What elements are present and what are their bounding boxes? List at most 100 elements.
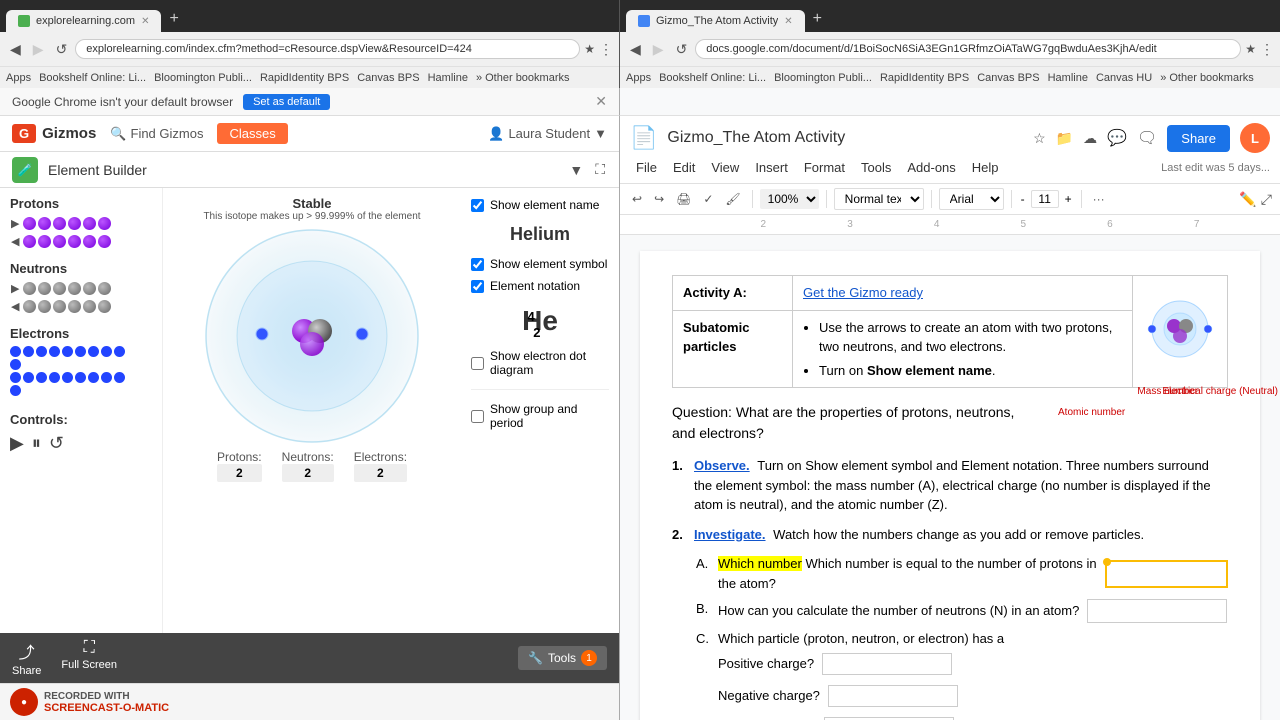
share-btn[interactable]: ⤴ Share: [12, 639, 41, 677]
back-btn-left[interactable]: ◀: [6, 39, 25, 60]
canvas-bps-bookmark[interactable]: Canvas BPS: [357, 72, 419, 84]
fullscreen-btn[interactable]: ⛶: [593, 159, 607, 180]
menu-btn-right[interactable]: ⋮: [1260, 41, 1274, 58]
toolbar-print[interactable]: 🖨: [672, 189, 695, 209]
menu-format[interactable]: Format: [798, 158, 851, 177]
classes-btn[interactable]: Classes: [217, 123, 287, 144]
canvas-bps-r[interactable]: Canvas BPS: [977, 72, 1039, 84]
hamline-bookmark[interactable]: Hamline: [428, 72, 468, 84]
tools-btn[interactable]: 🔧 Tools 1: [518, 646, 607, 670]
left-tab-close[interactable]: ✕: [141, 16, 149, 27]
show-element-symbol-checkbox[interactable]: [471, 258, 484, 271]
canvas-hu-r[interactable]: Canvas HU: [1096, 72, 1152, 84]
address-bar-left[interactable]: explorelearning.com/index.cfm?method=cRe…: [75, 39, 580, 59]
zoom-dropdown[interactable]: 100%: [760, 189, 819, 209]
toolbar-spellcheck[interactable]: ✓: [699, 189, 717, 209]
q2c-pos-answer[interactable]: [822, 653, 952, 675]
toolbar-edit-pencil[interactable]: ✏️: [1239, 191, 1256, 208]
show-element-symbol-cb[interactable]: Show element symbol: [471, 257, 609, 271]
menu-addons[interactable]: Add-ons: [901, 158, 961, 177]
q2b-answer-box[interactable]: [1087, 599, 1227, 623]
toolbar-paint[interactable]: 🖌: [721, 189, 744, 209]
show-element-name-checkbox[interactable]: [471, 199, 484, 212]
reset-btn[interactable]: ↺: [49, 433, 64, 454]
star-btn-left[interactable]: ★: [584, 42, 595, 56]
stable-sublabel: This isotope makes up > 99.999% of the e…: [203, 211, 420, 222]
q2c-neg-answer[interactable]: [828, 685, 958, 707]
other-bookmarks-right[interactable]: » Other bookmarks: [1160, 72, 1254, 84]
right-browser-tab[interactable]: Gizmo_The Atom Activity ✕: [626, 10, 805, 32]
element-notation-cb[interactable]: Element notation: [471, 279, 609, 293]
proton-dot: [98, 235, 111, 248]
menu-edit[interactable]: Edit: [667, 158, 701, 177]
show-group-period-checkbox[interactable]: [471, 410, 484, 423]
set-default-btn[interactable]: Set as default: [243, 94, 330, 110]
bookshelf-bookmark[interactable]: Bookshelf Online: Li...: [39, 72, 146, 84]
chat-btn[interactable]: 🗨: [1137, 128, 1157, 148]
bookshelf-bookmark-r[interactable]: Bookshelf Online: Li...: [659, 72, 766, 84]
q2a-answer-box[interactable]: [1105, 560, 1228, 588]
menu-btn-left[interactable]: ⋮: [599, 41, 613, 58]
student-profile-btn[interactable]: 👤 Laura Student ▼: [488, 126, 607, 142]
protons-group: Protons ▶: [10, 196, 152, 249]
toolbar-redo[interactable]: ↪: [650, 189, 668, 209]
hamline-r[interactable]: Hamline: [1048, 72, 1088, 84]
electron-dot: [23, 372, 34, 383]
new-tab-btn-right[interactable]: +: [805, 6, 830, 32]
menu-view[interactable]: View: [705, 158, 745, 177]
drive-btn[interactable]: 📁: [1056, 130, 1073, 147]
other-bookmarks-left[interactable]: » Other bookmarks: [476, 72, 570, 84]
collapse-btn[interactable]: ▼: [567, 159, 585, 180]
neutrons-up-btn[interactable]: ▶: [10, 281, 20, 296]
show-electron-dot-cb[interactable]: Show electron dot diagram: [471, 349, 609, 377]
rapididentity-bookmark-r[interactable]: RapidIdentity BPS: [880, 72, 969, 84]
menu-help[interactable]: Help: [966, 158, 1005, 177]
forward-btn-left[interactable]: ▶: [29, 39, 48, 60]
show-element-name-cb[interactable]: Show element name: [471, 198, 609, 212]
bloomington-bookmark[interactable]: Bloomington Publi...: [154, 72, 252, 84]
address-bar-right[interactable]: docs.google.com/document/d/1BoiSocN6SiA3…: [695, 39, 1241, 59]
forward-btn-right[interactable]: ▶: [649, 39, 668, 60]
refresh-btn-left[interactable]: ↺: [52, 39, 72, 60]
play-btn[interactable]: ▶: [10, 433, 24, 454]
element-notation-checkbox[interactable]: [471, 280, 484, 293]
docs-title[interactable]: Gizmo_The Atom Activity: [667, 129, 1023, 147]
show-electron-dot-checkbox[interactable]: [471, 357, 484, 370]
comments-btn[interactable]: 💬: [1107, 128, 1127, 148]
menu-file[interactable]: File: [630, 158, 663, 177]
find-gizmos-btn[interactable]: 🔍 Find Gizmos: [110, 126, 203, 142]
q2c-no-answer[interactable]: [824, 717, 954, 720]
toolbar-undo[interactable]: ↩: [628, 189, 646, 209]
full-screen-btn[interactable]: ⛶ Full Screen: [61, 639, 117, 677]
apps-bookmark-right[interactable]: Apps: [626, 72, 651, 84]
toolbar-more[interactable]: ···: [1089, 190, 1109, 208]
font-size-increase[interactable]: +: [1063, 190, 1074, 208]
refresh-btn-right[interactable]: ↺: [672, 39, 692, 60]
menu-insert[interactable]: Insert: [749, 158, 794, 177]
close-notification-btn[interactable]: ✕: [595, 93, 607, 110]
font-dropdown[interactable]: Arial: [939, 188, 1004, 210]
protons-up-btn[interactable]: ▶: [10, 216, 20, 231]
style-dropdown[interactable]: Normal text: [834, 188, 924, 210]
activity-title-link[interactable]: Get the Gizmo ready: [803, 285, 923, 300]
toolbar-expand[interactable]: ⤢: [1261, 191, 1272, 208]
pause-btn[interactable]: ⏸: [32, 433, 41, 454]
user-avatar-btn[interactable]: L: [1240, 123, 1270, 153]
star-doc-btn[interactable]: ☆: [1033, 130, 1046, 147]
star-btn-right[interactable]: ★: [1245, 42, 1256, 56]
neutrons-down-btn[interactable]: ◀: [10, 299, 20, 314]
apps-bookmark-left[interactable]: Apps: [6, 72, 31, 84]
share-doc-btn[interactable]: Share: [1167, 125, 1230, 152]
show-group-period-cb[interactable]: Show group and period: [471, 402, 609, 430]
new-tab-btn[interactable]: +: [161, 6, 186, 32]
protons-down-btn[interactable]: ◀: [10, 234, 20, 249]
rapididentity-bookmark[interactable]: RapidIdentity BPS: [260, 72, 349, 84]
right-tab-close[interactable]: ✕: [784, 16, 792, 27]
left-browser-tab[interactable]: explorelearning.com ✕: [6, 10, 161, 32]
back-btn-right[interactable]: ◀: [626, 39, 645, 60]
menu-tools[interactable]: Tools: [855, 158, 897, 177]
cloud-btn[interactable]: ☁: [1083, 130, 1097, 147]
font-size-decrease[interactable]: -: [1019, 190, 1027, 208]
bloomington-bookmark-r[interactable]: Bloomington Publi...: [774, 72, 872, 84]
font-size-input[interactable]: [1031, 190, 1059, 208]
